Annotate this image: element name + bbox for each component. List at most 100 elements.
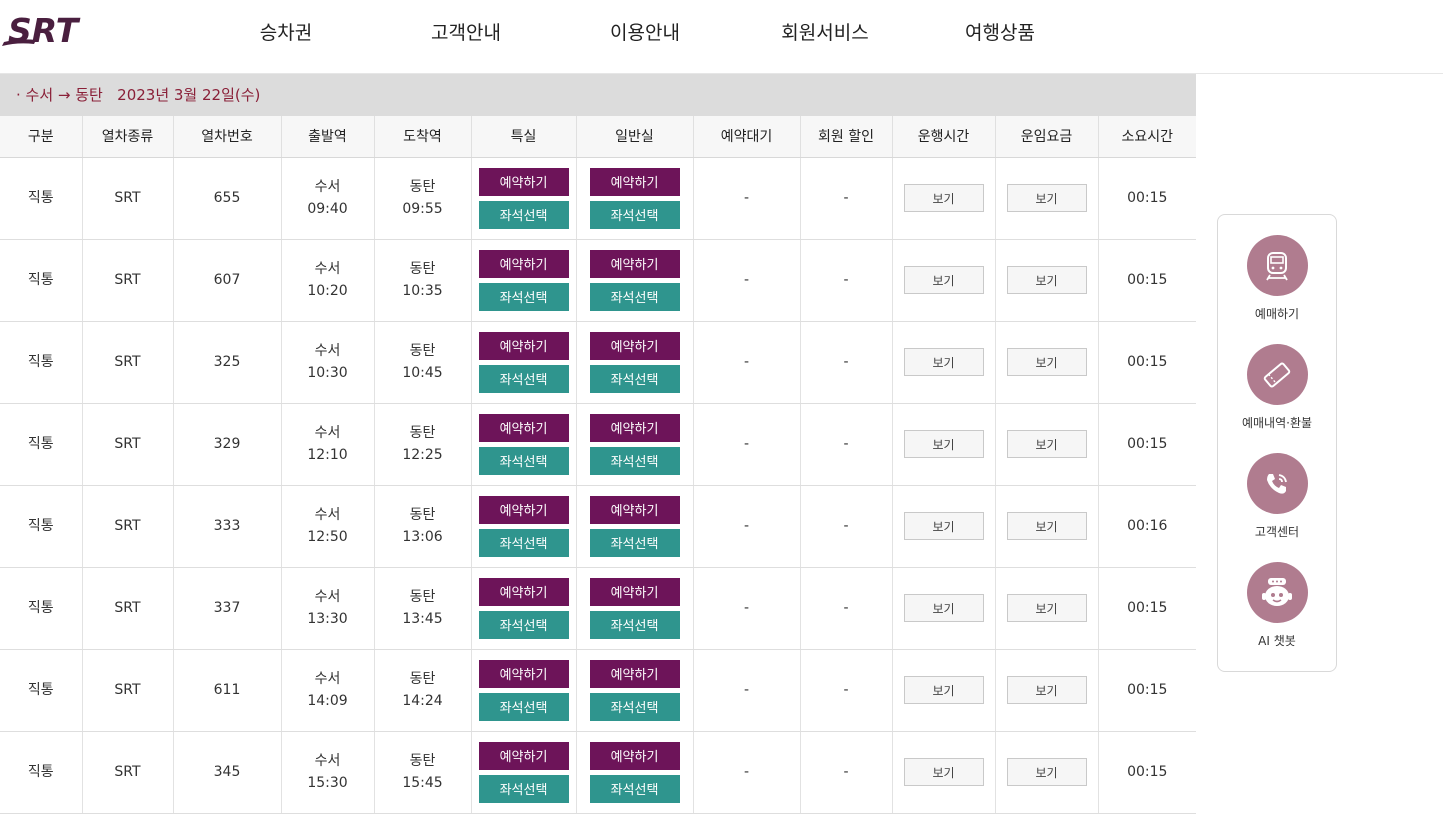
- standard-seat-select-button[interactable]: 좌석선택: [589, 774, 680, 803]
- arrival-time: 13:45: [402, 611, 443, 627]
- first-class-seat-select-button[interactable]: 좌석선택: [478, 610, 569, 639]
- cell-waitlist: -: [693, 649, 801, 732]
- first-class-seat-select-button[interactable]: 좌석선택: [478, 692, 569, 721]
- first-class-seat-select-button[interactable]: 좌석선택: [478, 528, 569, 557]
- cell-member-discount: -: [800, 649, 893, 732]
- first-class-seat-select-button[interactable]: 좌석선택: [478, 200, 569, 229]
- run-time-view-button[interactable]: 보기: [903, 184, 984, 212]
- cell-departure: 수서 15:30: [281, 731, 375, 814]
- standard-seat-select-button[interactable]: 좌석선택: [589, 282, 680, 311]
- cell-category: 직통: [0, 485, 83, 568]
- cell-train-number: 655: [173, 157, 282, 240]
- cell-fare: 보기: [995, 485, 1099, 568]
- departure-station: 수서: [314, 507, 341, 523]
- quick-menu-customer-center[interactable]: 고객센터: [1218, 453, 1336, 540]
- run-time-view-button[interactable]: 보기: [903, 512, 984, 540]
- standard-seat-select-button[interactable]: 좌석선택: [589, 610, 680, 639]
- cell-run-time: 보기: [892, 567, 996, 650]
- cell-category: 직통: [0, 239, 83, 322]
- standard-seat-select-button[interactable]: 좌석선택: [589, 692, 680, 721]
- standard-reserve-button[interactable]: 예약하기: [589, 167, 680, 196]
- run-time-view-button[interactable]: 보기: [903, 430, 984, 458]
- departure-time: 15:30: [307, 775, 348, 791]
- first-class-reserve-button[interactable]: 예약하기: [478, 495, 569, 524]
- first-class-reserve-button[interactable]: 예약하기: [478, 741, 569, 770]
- run-time-view-button[interactable]: 보기: [903, 266, 984, 294]
- quick-menu-history-refund[interactable]: 예매내역·환불: [1218, 344, 1336, 431]
- standard-reserve-button[interactable]: 예약하기: [589, 577, 680, 606]
- standard-seat-select-button[interactable]: 좌석선택: [589, 446, 680, 475]
- fare-view-button[interactable]: 보기: [1006, 676, 1087, 704]
- cell-category: 직통: [0, 731, 83, 814]
- fare-view-button[interactable]: 보기: [1006, 594, 1087, 622]
- run-time-view-button[interactable]: 보기: [903, 758, 984, 786]
- cell-train-number: 329: [173, 403, 282, 486]
- arrival-station: 동탄: [409, 589, 436, 605]
- cell-run-time: 보기: [892, 403, 996, 486]
- cell-duration: 00:15: [1098, 403, 1196, 486]
- table-row: 직통 SRT 333 수서 12:50 동탄 13:06 예약하기 좌석선택 예약하기 좌석선택 - -…: [0, 485, 1196, 568]
- run-time-view-button[interactable]: 보기: [903, 676, 984, 704]
- nav-customer-guide[interactable]: 고객안내: [372, 0, 560, 66]
- standard-seat-select-button[interactable]: 좌석선택: [589, 528, 680, 557]
- cell-train-number: 333: [173, 485, 282, 568]
- nav-member-service[interactable]: 회원서비스: [730, 0, 920, 66]
- standard-seat-select-button[interactable]: 좌석선택: [589, 364, 680, 393]
- fare-view-button[interactable]: 보기: [1006, 512, 1087, 540]
- run-time-view-button[interactable]: 보기: [903, 348, 984, 376]
- cell-standard: 예약하기좌석선택: [576, 485, 694, 568]
- cell-train-number: 325: [173, 321, 282, 404]
- first-class-seat-select-button[interactable]: 좌석선택: [478, 446, 569, 475]
- standard-reserve-button[interactable]: 예약하기: [589, 659, 680, 688]
- nav-travel-products[interactable]: 여행상품: [920, 0, 1080, 66]
- table-row: 직통 SRT 325 수서 10:30 동탄 10:45 예약하기 좌석선택 예약하기 좌석선택 - -…: [0, 321, 1196, 404]
- departure-station: 수서: [314, 671, 341, 687]
- cell-member-discount: -: [800, 485, 893, 568]
- svg-text:SRT: SRT: [8, 12, 81, 50]
- schedule-body: 직통 SRT 655 수서 09:40 동탄 09:55 예약하기 좌석선택 예약하기 좌석선택 - -…: [0, 157, 1196, 814]
- arrival-station: 동탄: [409, 425, 436, 441]
- srt-logo[interactable]: SRT: [0, 12, 116, 50]
- cell-run-time: 보기: [892, 485, 996, 568]
- first-class-seat-select-button[interactable]: 좌석선택: [478, 282, 569, 311]
- standard-reserve-button[interactable]: 예약하기: [589, 331, 680, 360]
- cell-duration: 00:15: [1098, 157, 1196, 240]
- first-class-reserve-button[interactable]: 예약하기: [478, 659, 569, 688]
- first-class-reserve-button[interactable]: 예약하기: [478, 167, 569, 196]
- fare-view-button[interactable]: 보기: [1006, 430, 1087, 458]
- standard-reserve-button[interactable]: 예약하기: [589, 495, 680, 524]
- cell-arrival: 동탄 13:06: [374, 485, 472, 568]
- quick-menu-booking[interactable]: 예매하기: [1218, 235, 1336, 322]
- arrival-time: 10:35: [402, 283, 443, 299]
- first-class-seat-select-button[interactable]: 좌석선택: [478, 364, 569, 393]
- standard-reserve-button[interactable]: 예약하기: [589, 741, 680, 770]
- cell-fare: 보기: [995, 567, 1099, 650]
- run-time-view-button[interactable]: 보기: [903, 594, 984, 622]
- first-class-reserve-button[interactable]: 예약하기: [478, 577, 569, 606]
- first-class-reserve-button[interactable]: 예약하기: [478, 413, 569, 442]
- fare-view-button[interactable]: 보기: [1006, 348, 1087, 376]
- cell-member-discount: -: [800, 239, 893, 322]
- quick-menu-ai-chatbot[interactable]: AI 챗봇: [1218, 562, 1336, 649]
- col-header-train-number: 열차번호: [173, 116, 282, 158]
- fare-view-button[interactable]: 보기: [1006, 266, 1087, 294]
- first-class-reserve-button[interactable]: 예약하기: [478, 331, 569, 360]
- cell-departure: 수서 13:30: [281, 567, 375, 650]
- standard-reserve-button[interactable]: 예약하기: [589, 413, 680, 442]
- nav-usage-guide[interactable]: 이용안내: [560, 0, 730, 66]
- cell-train-number: 337: [173, 567, 282, 650]
- nav-ticket[interactable]: 승차권: [200, 0, 372, 66]
- first-class-reserve-button[interactable]: 예약하기: [478, 249, 569, 278]
- quick-menu-label: 고객센터: [1254, 525, 1300, 539]
- cell-departure: 수서 09:40: [281, 157, 375, 240]
- cell-run-time: 보기: [892, 321, 996, 404]
- standard-reserve-button[interactable]: 예약하기: [589, 249, 680, 278]
- fare-view-button[interactable]: 보기: [1006, 758, 1087, 786]
- departure-station: 수서: [314, 261, 341, 277]
- quick-menu-label: 예매하기: [1254, 307, 1300, 321]
- standard-seat-select-button[interactable]: 좌석선택: [589, 200, 680, 229]
- first-class-seat-select-button[interactable]: 좌석선택: [478, 774, 569, 803]
- departure-station: 수서: [314, 343, 341, 359]
- cell-first-class: 예약하기좌석선택: [471, 157, 577, 240]
- fare-view-button[interactable]: 보기: [1006, 184, 1087, 212]
